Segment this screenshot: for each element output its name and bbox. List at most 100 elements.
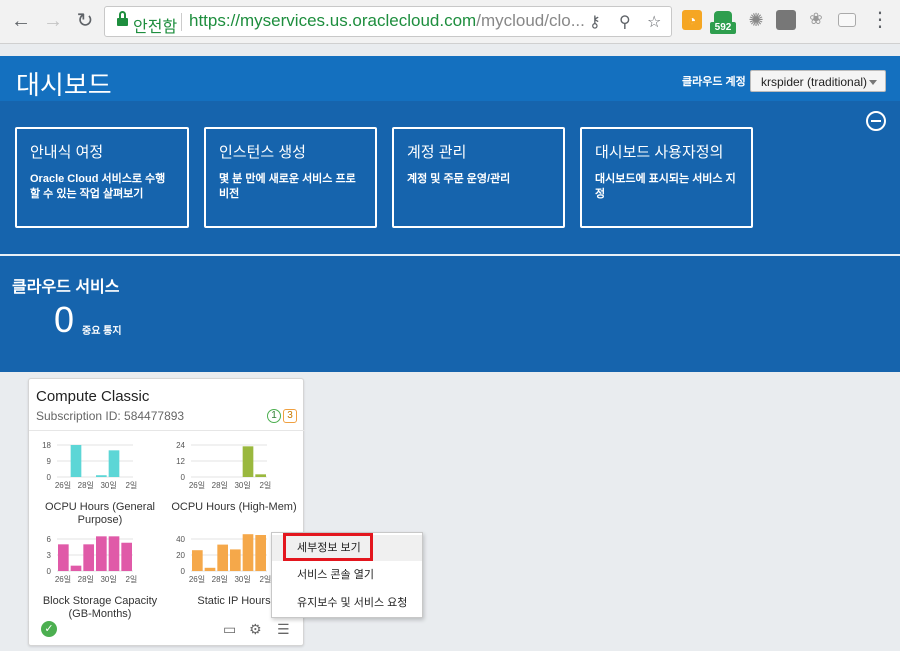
x-tick-label: 2일: [259, 575, 271, 584]
chart-ocpu-highmem: 24 12 0 26일 28일 30일 2일 OCPU Hours (High-Mem): [169, 439, 299, 529]
x-tick-label: 28일: [212, 575, 228, 584]
x-tick-label: 26일: [189, 481, 205, 490]
card-account-management[interactable]: 계정 관리 계정 및 주문 운영/관리: [392, 127, 565, 228]
page-title: 대시보드: [16, 70, 112, 100]
forward-icon[interactable]: →: [42, 10, 64, 32]
menu-icon[interactable]: ☰: [277, 621, 290, 637]
chart-bar[interactable]: [255, 474, 266, 477]
chart-bar[interactable]: [255, 535, 266, 571]
chart-bar[interactable]: [83, 544, 94, 571]
chart-bar[interactable]: [96, 475, 107, 477]
chart-bar[interactable]: [70, 445, 82, 477]
card-guided-journey[interactable]: 안내식 여정 Oracle Cloud 서비스로 수행할 수 있는 작업 살펴보…: [15, 127, 189, 228]
card-description: Oracle Cloud 서비스로 수행할 수 있는 작업 살펴보기: [30, 173, 166, 200]
address-bar[interactable]: 안전함 https://myservices.us.oraclecloud.co…: [104, 6, 672, 37]
reload-icon[interactable]: ↻: [74, 10, 96, 32]
card-customize-dashboard[interactable]: 대시보드 사용자정의 대시보드에 표시되는 서비스 지정: [580, 127, 753, 228]
x-tick-label: 28일: [212, 481, 228, 490]
browser-toolbar: ← → ↻ 안전함 https://myservices.us.oraclecl…: [0, 0, 900, 44]
y-tick-label: 20: [176, 551, 185, 560]
x-tick-label: 30일: [234, 481, 250, 490]
chart-ocpu-general: 18 9 0 26일 28일 30일 2일 OCPU Hours (General Purp…: [35, 439, 165, 529]
chart-bar[interactable]: [192, 550, 203, 571]
y-tick-label: 0: [47, 567, 52, 576]
x-tick-label: 30일: [100, 481, 116, 490]
gear-icon[interactable]: ⚙: [249, 621, 262, 637]
url-separator: [181, 13, 182, 31]
chart-bar[interactable]: [230, 549, 241, 571]
cast-extension-icon[interactable]: [838, 13, 856, 27]
x-tick-label: 30일: [100, 575, 116, 584]
chart-bar[interactable]: [108, 536, 120, 571]
chart-bar[interactable]: [58, 544, 69, 571]
paw-extension-icon[interactable]: ❀: [806, 10, 826, 30]
service-tile-title[interactable]: Compute Classic: [36, 388, 149, 405]
gear-extension-icon[interactable]: ✺: [746, 10, 766, 30]
chart-svg: 24 12 026일 28일 30일 2일: [176, 441, 271, 490]
chart-svg: 6 3 026일 28일 30일 2일: [47, 535, 138, 584]
secure-label: 안전함: [133, 19, 178, 36]
cloud-services-title: 클라우드 서비스: [12, 279, 120, 296]
chart-bar[interactable]: [121, 542, 132, 571]
adblock-extension-icon[interactable]: 592: [710, 11, 736, 35]
chart-title: OCPU Hours (High-Mem): [171, 501, 297, 513]
collapse-icon[interactable]: [866, 111, 886, 131]
chart-bar[interactable]: [217, 544, 228, 571]
notification-label: 중요 통지: [82, 326, 122, 337]
y-tick-label: 0: [47, 473, 52, 482]
extension-badge-count: 592: [710, 22, 736, 34]
menu-item-open-console[interactable]: 서비스 콘솔 열기: [272, 562, 422, 588]
key-icon[interactable]: ⚷: [589, 12, 601, 32]
y-tick-label: 18: [42, 441, 51, 450]
chart-bar[interactable]: [242, 534, 254, 571]
chart-title: OCPU Hours (General Purpose): [44, 501, 156, 526]
menu-item-maintenance-requests[interactable]: 유지보수 및 서비스 요청: [272, 590, 422, 616]
x-tick-label: 26일: [55, 575, 71, 584]
chart-bar[interactable]: [242, 446, 254, 477]
bookmark-star-icon[interactable]: ☆: [647, 12, 661, 32]
rss-icon[interactable]: ◔: [682, 10, 702, 30]
divider: [0, 254, 900, 256]
chart-bar[interactable]: [70, 565, 82, 571]
service-tile-compute-classic[interactable]: Compute Classic Subscription ID: 5844778…: [28, 378, 305, 646]
chevron-down-icon: [869, 80, 877, 85]
url-host: https://myservices.us.oraclecloud.com: [189, 11, 477, 30]
chart-bar[interactable]: [108, 450, 120, 477]
back-icon[interactable]: ←: [10, 10, 32, 32]
chart-svg: 18 9 026일 28일 30일 2일: [42, 441, 137, 490]
document-icon[interactable]: ▭: [223, 621, 236, 637]
zoom-icon[interactable]: ⚲: [619, 12, 631, 32]
x-tick-label: 2일: [259, 481, 271, 490]
card-description: 대시보드에 표시되는 서비스 지정: [595, 173, 736, 200]
y-tick-label: 0: [181, 473, 186, 482]
browser-menu-icon[interactable]: ⋮: [870, 10, 890, 30]
status-badge-ok[interactable]: 1: [267, 409, 281, 423]
status-badge-warning[interactable]: 3: [283, 409, 297, 423]
url-text[interactable]: https://myservices.us.oraclecloud.com/my…: [189, 11, 585, 31]
x-tick-label: 2일: [125, 575, 137, 584]
card-title: 안내식 여정: [30, 144, 104, 161]
account-select-value: krspider (traditional): [761, 75, 868, 89]
x-tick-label: 28일: [78, 481, 94, 490]
square-extension-icon[interactable]: [776, 10, 796, 30]
card-description: 계정 및 주문 운영/관리: [407, 173, 511, 185]
chart-block-storage: 6 3 0 26일 28일 30일 2일 Block Storage Capacity (G…: [35, 533, 165, 623]
y-tick-label: 12: [176, 457, 185, 466]
card-title: 계정 관리: [407, 144, 467, 161]
chart-bar[interactable]: [96, 536, 107, 571]
chart-bar[interactable]: [204, 567, 216, 571]
notification-count[interactable]: 0: [54, 299, 74, 341]
card-title: 대시보드 사용자정의: [595, 144, 724, 161]
dashboard-banner: 안내식 여정 Oracle Cloud 서비스로 수행할 수 있는 작업 살펴보…: [0, 101, 900, 372]
y-tick-label: 6: [47, 535, 52, 544]
check-circle-icon: ✓: [41, 621, 57, 637]
divider: [29, 430, 305, 431]
x-tick-label: 26일: [189, 575, 205, 584]
highlight-box: [283, 533, 373, 561]
y-tick-label: 0: [181, 567, 186, 576]
subscription-id: Subscription ID: 584477893: [36, 409, 185, 423]
card-create-instance[interactable]: 인스턴스 생성 몇 분 만에 새로운 서비스 프로비전: [204, 127, 377, 228]
account-label: 클라우드 계정: [682, 76, 746, 88]
account-select[interactable]: krspider (traditional): [750, 70, 886, 92]
card-title: 인스턴스 생성: [219, 144, 306, 161]
